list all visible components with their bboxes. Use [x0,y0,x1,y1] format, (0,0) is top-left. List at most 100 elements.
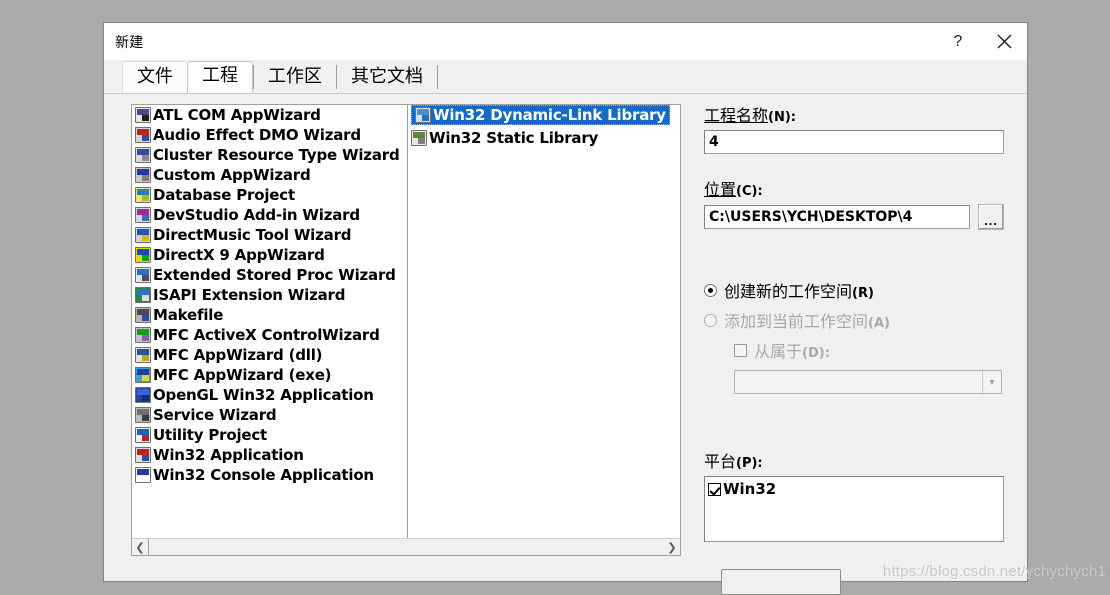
list-item[interactable]: MFC AppWizard (dll) [132,345,407,365]
list-item[interactable]: MFC ActiveX ControlWizard [132,325,407,345]
list-item-label: MFC AppWizard (dll) [153,346,323,364]
tab-content-projects: ATL COM AppWizard Audio Effect DMO Wizard… [104,93,1027,595]
close-icon [997,34,1011,49]
lists-footer-right: ❯ [149,538,680,555]
close-button[interactable] [981,23,1027,60]
radio-create-new-workspace[interactable]: 创建新的工作空间(R) [704,278,1004,302]
dependency-of-mnemonic: (D): [802,346,830,361]
tab-other-documents[interactable]: 其它文档 [337,62,437,93]
checkbox-icon [734,343,747,357]
ok-button[interactable] [721,569,841,595]
platform-list[interactable]: Win32 [704,476,1004,542]
list-item-label: OpenGL Win32 Application [153,386,374,404]
list-item[interactable]: DirectMusic Tool Wizard [132,225,407,245]
location-value: C:\USERS\YCH\DESKTOP\4 [709,209,913,225]
list-item[interactable]: Audio Effect DMO Wizard [132,125,407,145]
project-name-label: 工程名称(N): [704,102,1004,126]
win32-dll-icon-part-b [422,115,429,121]
audio-effect-dmo-wizard-icon [135,127,151,143]
tab-projects[interactable]: 工程 [187,61,253,93]
list-item-label: Audio Effect DMO Wizard [153,126,361,144]
scroll-right-arrow-icon[interactable]: ❯ [664,539,680,555]
audio-effect-dmo-wizard-icon-part-b [142,135,149,141]
project-type-list-left[interactable]: ATL COM AppWizard Audio Effect DMO Wizard… [132,105,408,538]
location-label: 位置(C): [704,176,1004,200]
list-item-label: MFC ActiveX ControlWizard [153,326,380,344]
tab-files[interactable]: 文件 [122,61,187,93]
list-item-label: Win32 Console Application [153,466,374,484]
directmusic-tool-wizard-icon-part-b [142,235,149,241]
list-item-wrapper: Win32 Dynamic-Link Library [408,105,680,128]
create-new-workspace-mnemonic: (R) [852,286,874,301]
list-item[interactable]: Win32 Application [132,445,407,465]
list-item[interactable]: Win32 Static Library [408,128,680,148]
list-item[interactable]: DirectX 9 AppWizard [132,245,407,265]
list-item-label: Win32 Static Library [429,129,599,147]
list-item-label: Custom AppWizard [153,166,311,184]
project-name-label-text: 工程名称 [704,106,769,125]
list-item[interactable]: Win32 Console Application [132,465,407,485]
list-item-label: Extended Stored Proc Wizard [153,266,396,284]
checkbox-dependency-of[interactable]: 从属于(D): [734,338,1004,362]
chevron-down-icon[interactable]: ▼ [982,371,1001,393]
radio-create-new-workspace-label: 创建新的工作空间(R) [724,278,874,302]
list-item[interactable]: Makefile [132,305,407,325]
mfc-appwizard-exe-icon [135,367,151,383]
radio-button-icon [704,313,717,327]
question-mark-icon: ? [953,32,963,50]
extended-stored-proc-wizard-icon [135,267,151,283]
list-item[interactable]: Service Wizard [132,405,407,425]
list-item[interactable]: Cluster Resource Type Wizard [132,145,407,165]
project-options-form: 工程名称(N): 4 位置(C): C:\USERS\YCH\DESKTOP\4… [704,102,1004,542]
devstudio-addin-wizard-icon [135,207,151,223]
isapi-extension-wizard-icon [135,287,151,303]
list-item-label: Cluster Resource Type Wizard [153,146,400,164]
list-item[interactable]: Database Project [132,185,407,205]
custom-appwizard-icon-part-b [142,175,149,181]
opengl-win32-application-icon [135,387,151,403]
dialog-title: 新建 [115,34,144,51]
extended-stored-proc-wizard-icon-part-b [142,275,149,281]
list-item[interactable]: Custom AppWizard [132,165,407,185]
horizontal-scrollbar[interactable]: ❮ [132,538,149,555]
radio-button-icon [704,283,717,297]
radio-add-to-current-workspace[interactable]: 添加到当前工作空间(A) [704,308,1004,332]
title-bar-buttons: ? [935,23,1027,60]
directx9-appwizard-icon-part-b [142,255,149,261]
project-name-input[interactable]: 4 [704,130,1004,154]
cluster-resource-type-wizard-icon-part-b [142,155,149,161]
list-item[interactable]: ATL COM AppWizard [132,105,407,125]
project-type-list-right[interactable]: Win32 Dynamic-Link Library Win32 Static L… [408,105,680,538]
browse-button[interactable]: ... [978,204,1004,230]
mfc-appwizard-dll-icon-part-b [142,355,149,361]
project-name-mnemonic: (N): [768,110,796,125]
checkbox-checked-icon[interactable] [708,482,721,496]
dependency-of-label: 从属于(D): [754,338,830,362]
list-item[interactable]: OpenGL Win32 Application [132,385,407,405]
title-bar: 新建 ? [104,23,1027,60]
scroll-left-arrow-icon[interactable]: ❮ [132,539,148,555]
list-item[interactable]: ISAPI Extension Wizard [132,285,407,305]
dependency-combo[interactable]: ▼ [734,370,1002,394]
location-label-text: 位置 [704,180,737,199]
win32-dll-icon [415,107,431,123]
list-item[interactable]: Extended Stored Proc Wizard [132,265,407,285]
list-item[interactable]: DevStudio Add-in Wizard [132,205,407,225]
platform-mnemonic: (P): [736,456,763,471]
list-item[interactable]: Win32 Dynamic-Link Library [411,105,670,125]
makefile-icon [135,307,151,323]
new-project-dialog: 新建 ? 文件 工程 工作区 其它文档 ATL COM AppWizard Au… [103,22,1028,595]
location-row: C:\USERS\YCH\DESKTOP\4 ... [704,204,1004,230]
platform-list-item[interactable]: Win32 [708,480,1003,498]
mfc-activex-controlwizard-icon-part-b [142,335,149,341]
location-mnemonic: (C): [736,184,763,199]
list-item[interactable]: Utility Project [132,425,407,445]
tab-workspaces[interactable]: 工作区 [254,62,336,93]
help-button[interactable]: ? [935,23,981,60]
project-type-lists: ATL COM AppWizard Audio Effect DMO Wizard… [131,104,681,556]
tab-strip: 文件 工程 工作区 其它文档 [104,60,1027,93]
location-input[interactable]: C:\USERS\YCH\DESKTOP\4 [704,205,970,229]
dependency-of-text: 从属于 [754,342,803,361]
list-item[interactable]: MFC AppWizard (exe) [132,365,407,385]
mfc-appwizard-dll-icon [135,347,151,363]
